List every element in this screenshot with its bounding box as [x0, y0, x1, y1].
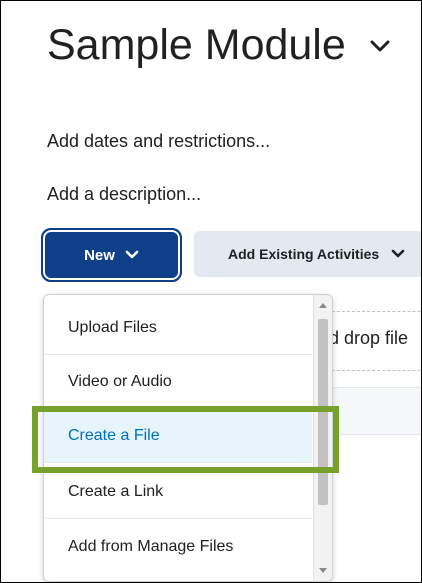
screenshot-frame: Sample Module Add dates and restrictions… — [0, 0, 422, 583]
menu-item-create-a-link[interactable]: Create a Link — [44, 465, 312, 519]
scrollbar-thumb[interactable] — [318, 319, 328, 505]
new-button-label: New — [84, 246, 115, 264]
add-existing-activities-button[interactable]: Add Existing Activities — [194, 231, 421, 277]
add-description-link[interactable]: Add a description... — [47, 184, 201, 205]
drop-zone-text: d drop file — [329, 328, 409, 348]
new-button[interactable]: New — [41, 228, 182, 282]
scroll-down-arrow-icon[interactable] — [319, 568, 327, 573]
chevron-down-icon — [125, 250, 139, 259]
chevron-down-icon[interactable] — [369, 39, 391, 53]
module-title: Sample Module — [47, 21, 346, 69]
scroll-up-arrow-icon[interactable] — [319, 303, 327, 308]
menu-scrollbar[interactable] — [313, 295, 332, 581]
add-existing-activities-label: Add Existing Activities — [228, 246, 380, 262]
menu-item-create-a-file[interactable]: Create a File — [44, 409, 312, 463]
menu-item-upload-files[interactable]: Upload Files — [44, 301, 312, 355]
new-dropdown-menu: Upload Files Video or Audio Create a Fil… — [43, 294, 333, 582]
menu-item-video-or-audio[interactable]: Video or Audio — [44, 355, 312, 409]
chevron-down-icon — [391, 249, 405, 258]
add-dates-link[interactable]: Add dates and restrictions... — [47, 131, 270, 152]
menu-item-add-from-manage-files[interactable]: Add from Manage Files — [44, 520, 312, 574]
